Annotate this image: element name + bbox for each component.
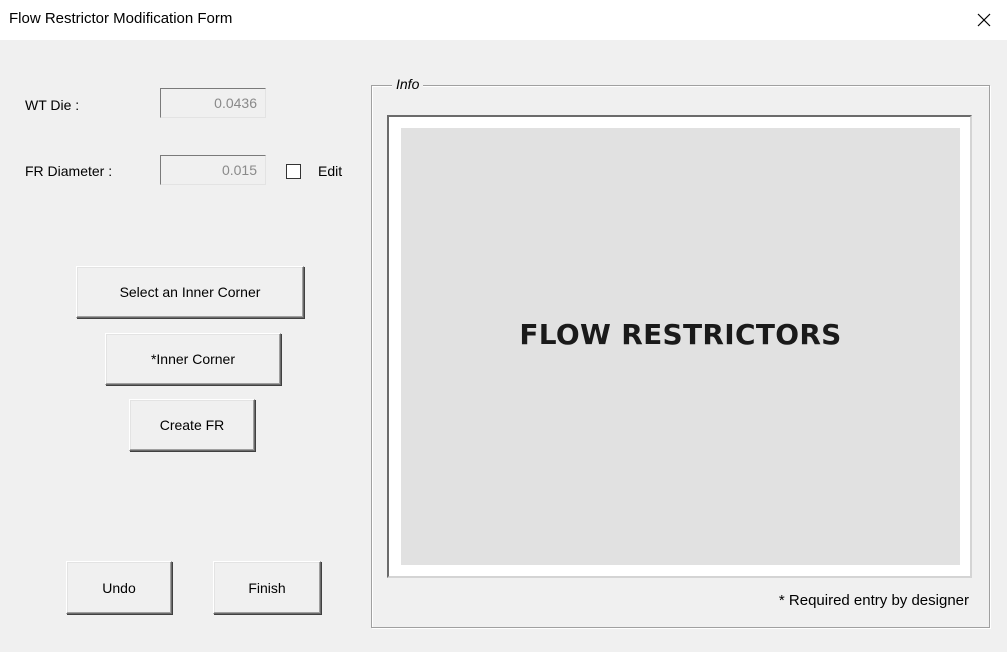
close-button[interactable]	[961, 0, 1007, 40]
wt-die-field[interactable]: 0.0436	[160, 88, 266, 118]
window-title: Flow Restrictor Modification Form	[9, 10, 233, 27]
inner-corner-button[interactable]: *Inner Corner	[105, 333, 281, 385]
close-icon	[977, 13, 991, 27]
image-caption: FLOW RESTRICTORS	[519, 318, 842, 351]
title-bar: Flow Restrictor Modification Form	[0, 0, 1007, 40]
flow-restrictor-image: FLOW RESTRICTORS	[401, 128, 960, 565]
info-frame-legend: Info	[392, 76, 424, 92]
edit-checkbox-label: Edit	[318, 163, 343, 179]
modification-form-window: Flow Restrictor Modification Form WT Die…	[0, 0, 1007, 652]
wt-die-label: WT Die :	[25, 97, 80, 113]
finish-button[interactable]: Finish	[213, 561, 321, 614]
create-fr-button[interactable]: Create FR	[129, 399, 255, 451]
select-inner-corner-button[interactable]: Select an Inner Corner	[76, 266, 304, 318]
edit-checkbox[interactable]	[286, 164, 301, 179]
undo-button[interactable]: Undo	[66, 561, 172, 614]
required-entry-note: * Required entry by designer	[778, 592, 969, 609]
fr-diameter-label: FR Diameter :	[25, 163, 113, 179]
fr-diameter-field[interactable]: 0.015	[160, 155, 266, 185]
